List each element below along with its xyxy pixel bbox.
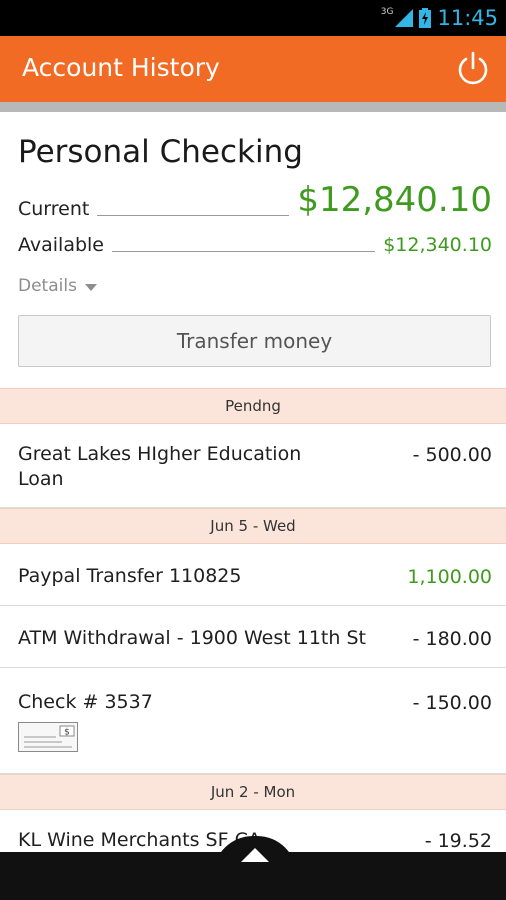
leader-line xyxy=(97,215,290,216)
chevron-up-icon[interactable] xyxy=(241,848,269,862)
available-balance-label: Available xyxy=(18,234,105,256)
details-label: Details xyxy=(18,276,77,296)
current-balance-value: $12,840.10 xyxy=(297,180,492,220)
action-bar: Account History xyxy=(0,36,506,102)
action-bar-divider xyxy=(0,102,506,112)
clock: 11:45 xyxy=(437,6,498,30)
available-balance-row: Available $12,340.10 xyxy=(18,234,492,256)
transaction-amount: - 150.00 xyxy=(412,692,492,714)
svg-text:$: $ xyxy=(64,728,70,738)
transaction-row[interactable]: Check # 3537 - 150.00 $ xyxy=(0,668,506,774)
status-icons: 3G 11:45 xyxy=(381,0,498,36)
transaction-description: ATM Withdrawal - 1900 West 11th St xyxy=(18,627,366,649)
transaction-row[interactable]: ATM Withdrawal - 1900 West 11th St - 180… xyxy=(0,606,506,668)
transaction-amount: 1,100.00 xyxy=(407,566,492,588)
transaction-description: Paypal Transfer 110825 xyxy=(18,565,242,587)
battery-charging-icon xyxy=(419,8,432,28)
current-balance-row: Current $12,840.10 xyxy=(18,180,492,220)
power-icon[interactable] xyxy=(454,50,492,88)
transaction-row[interactable]: Paypal Transfer 110825 1,100.00 xyxy=(0,544,506,606)
transaction-amount: - 19.52 xyxy=(424,830,492,852)
transaction-description: Check # 3537 xyxy=(18,691,153,713)
status-bar: 3G 11:45 xyxy=(0,0,506,36)
section-header-pending: Pendng xyxy=(0,388,506,424)
available-balance-value: $12,340.10 xyxy=(383,234,492,256)
network-type-label: 3G xyxy=(380,7,394,17)
transaction-row[interactable]: Great Lakes HIgher Education Loan - 500.… xyxy=(0,424,506,508)
section-header-jun5: Jun 5 - Wed xyxy=(0,508,506,544)
current-balance-label: Current xyxy=(18,198,90,220)
transaction-amount: - 500.00 xyxy=(412,444,492,466)
check-image-icon[interactable]: $ xyxy=(18,722,78,752)
details-toggle[interactable]: Details xyxy=(18,276,97,296)
transaction-description: Great Lakes HIgher Education Loan xyxy=(18,443,302,490)
page-title: Account History xyxy=(22,53,220,82)
transaction-amount: - 180.00 xyxy=(412,628,492,650)
transfer-money-button[interactable]: Transfer money xyxy=(18,315,491,367)
caret-down-icon xyxy=(84,283,97,291)
section-header-jun2: Jun 2 - Mon xyxy=(0,774,506,810)
signal-icon xyxy=(395,9,414,27)
account-name: Personal Checking xyxy=(18,134,303,170)
leader-line xyxy=(112,251,376,252)
